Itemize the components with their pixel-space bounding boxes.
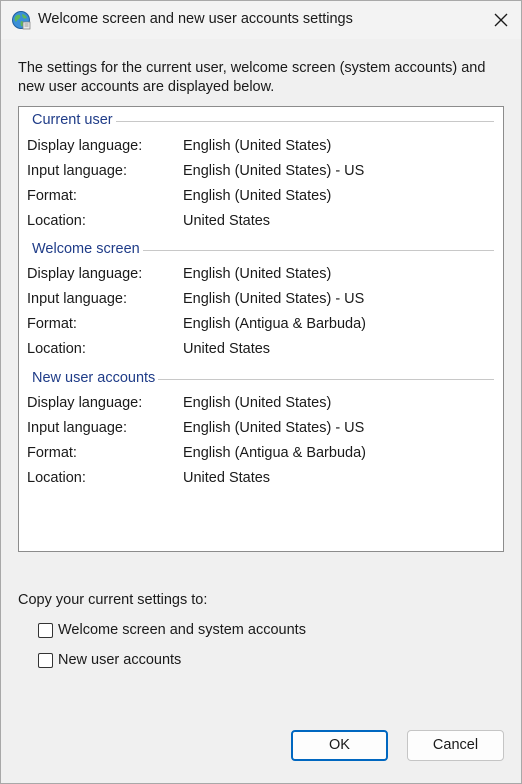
group-title: Current user [32,112,116,128]
settings-dialog: Welcome screen and new user accounts set… [0,0,522,784]
group-header: Welcome screen [19,239,503,259]
welcome-screen-checkbox[interactable] [38,623,53,638]
setting-row: Input language: English (United States) … [19,291,503,313]
setting-value: United States [183,213,271,229]
setting-value: English (United States) - US [183,291,365,307]
setting-row: Format: English (Antigua & Barbuda) [19,445,503,467]
setting-value: English (United States) [183,395,332,411]
setting-row: Location: United States [19,341,503,363]
setting-label: Display language: [27,138,143,154]
setting-value: English (Antigua & Barbuda) [183,316,366,332]
copy-settings-label: Copy your current settings to: [18,592,208,608]
setting-row: Format: English (Antigua & Barbuda) [19,316,503,338]
setting-label: Format: [27,188,77,204]
checkbox-label[interactable]: Welcome screen and system accounts [58,622,306,638]
group-title: New user accounts [32,370,159,386]
setting-value: English (United States) - US [183,163,365,179]
setting-label: Display language: [27,395,143,411]
ok-button[interactable]: OK [291,730,388,761]
new-user-accounts-checkbox[interactable] [38,653,53,668]
title-bar: Welcome screen and new user accounts set… [1,1,521,39]
group-header: Current user [19,110,503,130]
setting-value: United States [183,341,271,357]
setting-label: Location: [27,470,86,486]
setting-value: English (United States) [183,188,332,204]
setting-row: Input language: English (United States) … [19,420,503,442]
close-icon [494,13,508,27]
checkbox-label[interactable]: New user accounts [58,652,181,668]
setting-value: English (United States) [183,138,332,154]
setting-label: Input language: [27,163,127,179]
setting-row: Format: English (United States) [19,188,503,210]
setting-row: Input language: English (United States) … [19,163,503,185]
globe-icon [11,10,31,30]
setting-row: Display language: English (United States… [19,138,503,160]
group-header: New user accounts [19,368,503,388]
intro-text: The settings for the current user, welco… [18,60,486,95]
cancel-button[interactable]: Cancel [407,730,504,761]
group-title: Welcome screen [32,241,143,257]
setting-label: Location: [27,341,86,357]
setting-row: Location: United States [19,470,503,492]
setting-label: Input language: [27,291,127,307]
setting-label: Format: [27,316,77,332]
setting-row: Location: United States [19,213,503,235]
setting-row: Display language: English (United States… [19,395,503,417]
setting-label: Input language: [27,420,127,436]
setting-label: Location: [27,213,86,229]
setting-label: Format: [27,445,77,461]
setting-row: Display language: English (United States… [19,266,503,288]
setting-label: Display language: [27,266,143,282]
setting-value: English (United States) [183,266,332,282]
settings-summary-box: Current user Display language: English (… [18,106,504,552]
setting-value: English (United States) - US [183,420,365,436]
setting-value: United States [183,470,271,486]
close-button[interactable] [487,7,515,33]
setting-value: English (Antigua & Barbuda) [183,445,366,461]
window-title: Welcome screen and new user accounts set… [38,11,353,27]
